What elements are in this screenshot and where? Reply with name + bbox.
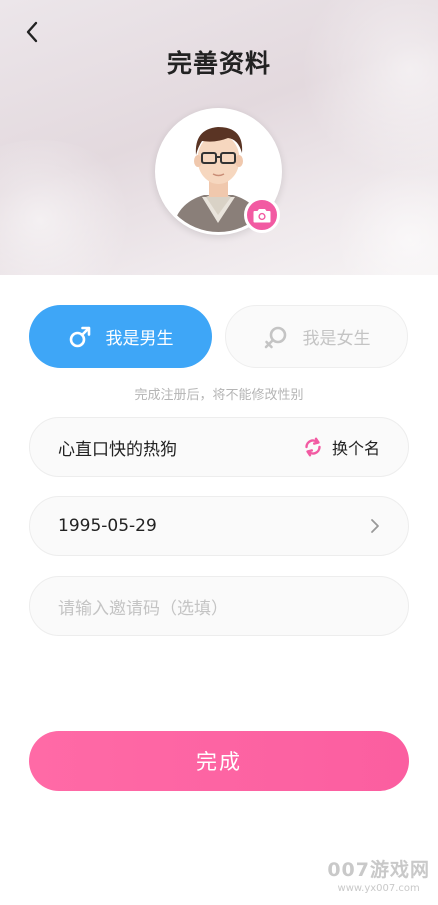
birthday-field[interactable]: 1995-05-29 — [29, 496, 409, 556]
submit-button[interactable]: 完成 — [29, 731, 409, 791]
watermark-brand: 007游戏网 — [327, 859, 430, 881]
invite-code-input[interactable]: 请输入邀请码（选填） — [58, 594, 380, 619]
camera-icon — [253, 208, 271, 222]
refresh-icon — [305, 437, 321, 457]
watermark: 007游戏网 www.yx007.com — [327, 855, 430, 894]
page-title: 完善资料 — [166, 49, 271, 78]
change-avatar-button[interactable] — [244, 197, 280, 233]
male-option-label: 我是男生 — [105, 329, 174, 349]
chevron-left-icon — [26, 21, 38, 43]
gender-note: 完成注册后，将不能修改性别 — [134, 388, 304, 403]
female-option-label: 我是女生 — [302, 329, 371, 349]
invite-code-field[interactable]: 请输入邀请码（选填） — [29, 576, 409, 636]
male-symbol-icon — [69, 326, 90, 347]
male-option-button[interactable]: 我是男生 — [29, 305, 212, 368]
female-symbol-icon — [264, 326, 286, 348]
nickname-field[interactable]: 心直口快的热狗 换个名 — [29, 417, 409, 477]
birthday-value: 1995-05-29 — [58, 516, 157, 536]
watermark-url: www.yx007.com — [337, 883, 420, 894]
avatar-container[interactable] — [155, 108, 282, 235]
female-option-button[interactable]: 我是女生 — [225, 305, 408, 368]
nickname-value: 心直口快的热狗 — [58, 439, 177, 460]
change-name-button[interactable]: 换个名 — [302, 435, 380, 459]
change-name-label: 换个名 — [331, 439, 380, 458]
chevron-right-icon — [371, 519, 379, 533]
